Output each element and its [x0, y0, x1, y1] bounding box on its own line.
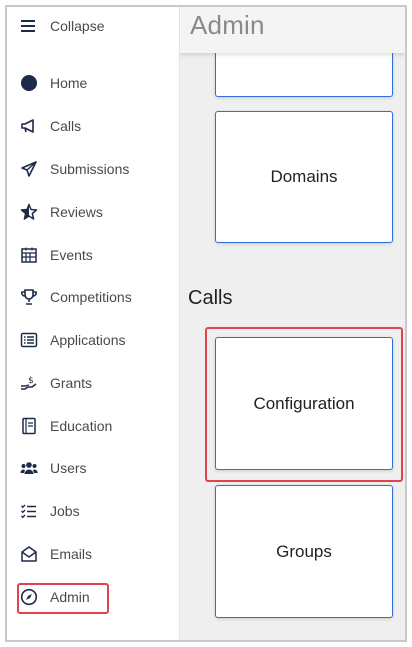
svg-text:$: $	[28, 376, 34, 386]
sidebar-item-competitions[interactable]: Competitions	[7, 280, 179, 314]
section-title-calls: Calls	[188, 287, 233, 309]
list-box-icon	[18, 329, 40, 351]
app-frame: Collapse Home Calls Submissions Reviews	[5, 5, 407, 642]
sidebar-item-label: Applications	[50, 332, 126, 348]
sidebar-item-jobs[interactable]: Jobs	[7, 494, 179, 528]
sidebar-item-users[interactable]: Users	[7, 451, 179, 485]
sidebar-item-label: Reviews	[50, 204, 103, 220]
sidebar-item-label: Events	[50, 247, 93, 263]
admin-highlight-box	[17, 583, 109, 614]
sidebar-item-label: Jobs	[50, 503, 80, 519]
sidebar-item-label: Home	[50, 75, 88, 91]
trophy-icon	[18, 286, 40, 308]
sidebar-item-grants[interactable]: $ Grants	[7, 366, 179, 400]
sidebar-item-emails[interactable]: Emails	[7, 537, 179, 571]
sidebar-item-label: Competitions	[50, 289, 132, 305]
book-icon	[18, 415, 40, 437]
card-label: Groups	[276, 541, 332, 561]
sidebar-item-events[interactable]: Events	[7, 238, 179, 272]
sidebar-item-home[interactable]: Home	[7, 66, 179, 100]
home-icon	[18, 72, 40, 94]
sidebar-item-label: Submissions	[50, 161, 130, 177]
hamburger-menu-icon	[18, 15, 40, 37]
sidebar-item-label: Calls	[50, 118, 82, 134]
sidebar-item-reviews[interactable]: Reviews	[7, 195, 179, 229]
sidebar-item-calls[interactable]: Calls	[7, 109, 179, 143]
domains-card[interactable]: Domains	[215, 111, 393, 243]
sidebar-item-education[interactable]: Education	[7, 409, 179, 443]
envelope-open-icon	[18, 543, 40, 565]
groups-card[interactable]: Groups	[215, 485, 393, 618]
card-label: Domains	[270, 167, 338, 186]
main-header: Admin	[180, 7, 405, 53]
collapse-label: Collapse	[50, 18, 105, 34]
hand-money-icon: $	[18, 372, 40, 394]
configuration-card[interactable]: Configuration	[215, 337, 393, 470]
sidebar-item-submissions[interactable]: Submissions	[7, 152, 179, 186]
sidebar-item-label: Users	[50, 460, 87, 476]
paper-plane-icon	[18, 158, 40, 180]
sidebar-item-label: Emails	[50, 546, 93, 562]
checklist-icon	[18, 500, 40, 522]
star-icon	[18, 201, 40, 223]
page-title: Admin	[190, 10, 265, 40]
megaphone-icon	[18, 115, 40, 137]
sidebar: Collapse Home Calls Submissions Reviews	[7, 7, 179, 640]
sidebar-item-label: Education	[50, 418, 113, 434]
sidebar-item-applications[interactable]: Applications	[7, 323, 179, 357]
card-label: Configuration	[253, 393, 355, 413]
sidebar-item-label: Grants	[50, 375, 93, 391]
calendar-icon	[18, 244, 40, 266]
main-content: Admin Domains Calls Configuration Groups	[180, 7, 405, 640]
users-icon	[18, 457, 40, 479]
collapse-button[interactable]: Collapse	[7, 9, 179, 43]
